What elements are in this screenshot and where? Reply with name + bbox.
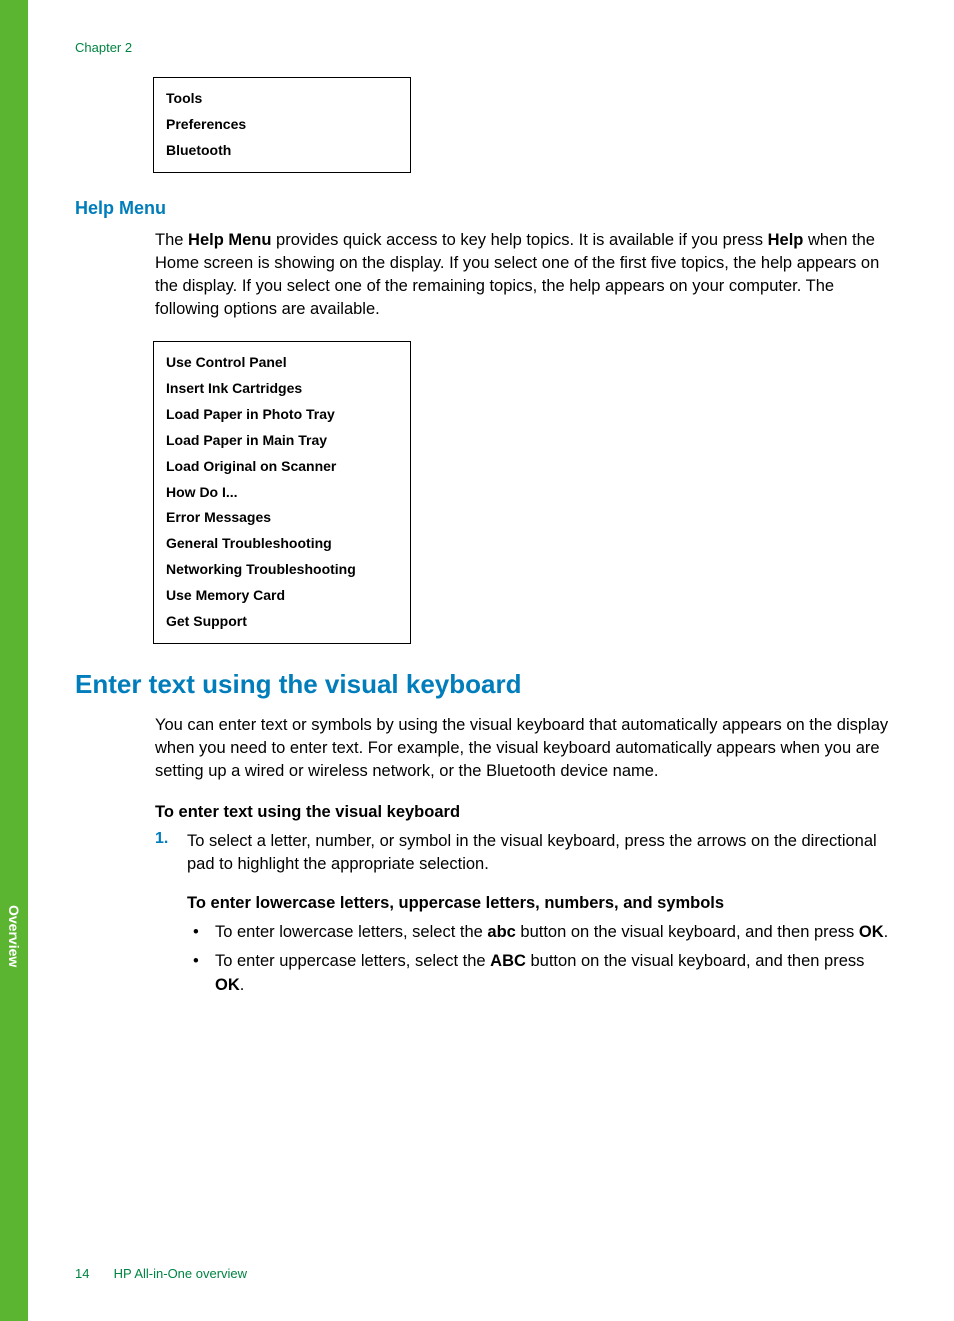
menu-item: How Do I... [166, 480, 398, 506]
bullet-item: • To enter uppercase letters, select the… [187, 950, 894, 996]
page-number: 14 [75, 1266, 110, 1281]
visual-keyboard-heading: Enter text using the visual keyboard [75, 669, 894, 700]
bullet-icon: • [187, 921, 215, 944]
menu-item: Load Paper in Main Tray [166, 428, 398, 454]
menu-item: Load Paper in Photo Tray [166, 402, 398, 428]
bullet-list: • To enter lowercase letters, select the… [187, 921, 894, 996]
visual-keyboard-intro: You can enter text or symbols by using t… [155, 714, 894, 783]
help-menu-options-box: Use Control Panel Insert Ink Cartridges … [153, 341, 411, 644]
menu-item: Networking Troubleshooting [166, 557, 398, 583]
menu-item: Bluetooth [166, 138, 398, 164]
bullet-item: • To enter lowercase letters, select the… [187, 921, 894, 944]
bullet-icon: • [187, 950, 215, 973]
menu-item: Preferences [166, 112, 398, 138]
menu-item: Use Control Panel [166, 350, 398, 376]
page-footer: 14 HP All-in-One overview [75, 1266, 247, 1281]
menu-item: Use Memory Card [166, 583, 398, 609]
help-menu-heading: Help Menu [75, 198, 894, 219]
menu-item: Tools [166, 86, 398, 112]
to-enter-text-heading: To enter text using the visual keyboard [155, 803, 894, 822]
chapter-label: Chapter 2 [75, 40, 894, 55]
case-options-heading: To enter lowercase letters, uppercase le… [187, 894, 894, 913]
step-number: 1. [155, 830, 187, 848]
step-1: 1. To select a letter, number, or symbol… [155, 830, 894, 876]
bullet-text: To enter lowercase letters, select the a… [215, 921, 894, 944]
side-tab-label: Overview [6, 905, 22, 967]
bullet-text: To enter uppercase letters, select the A… [215, 950, 894, 996]
page-content: Chapter 2 Tools Preferences Bluetooth He… [0, 0, 954, 1043]
menu-item: Load Original on Scanner [166, 454, 398, 480]
side-tab: Overview [0, 0, 28, 1321]
step-text: To select a letter, number, or symbol in… [187, 830, 894, 876]
menu-item: Insert Ink Cartridges [166, 376, 398, 402]
setup-menu-continued-box: Tools Preferences Bluetooth [153, 77, 411, 173]
menu-item: Error Messages [166, 505, 398, 531]
help-menu-intro: The Help Menu provides quick access to k… [155, 229, 894, 321]
menu-item: General Troubleshooting [166, 531, 398, 557]
menu-item: Get Support [166, 609, 398, 635]
footer-section: HP All-in-One overview [114, 1266, 247, 1281]
